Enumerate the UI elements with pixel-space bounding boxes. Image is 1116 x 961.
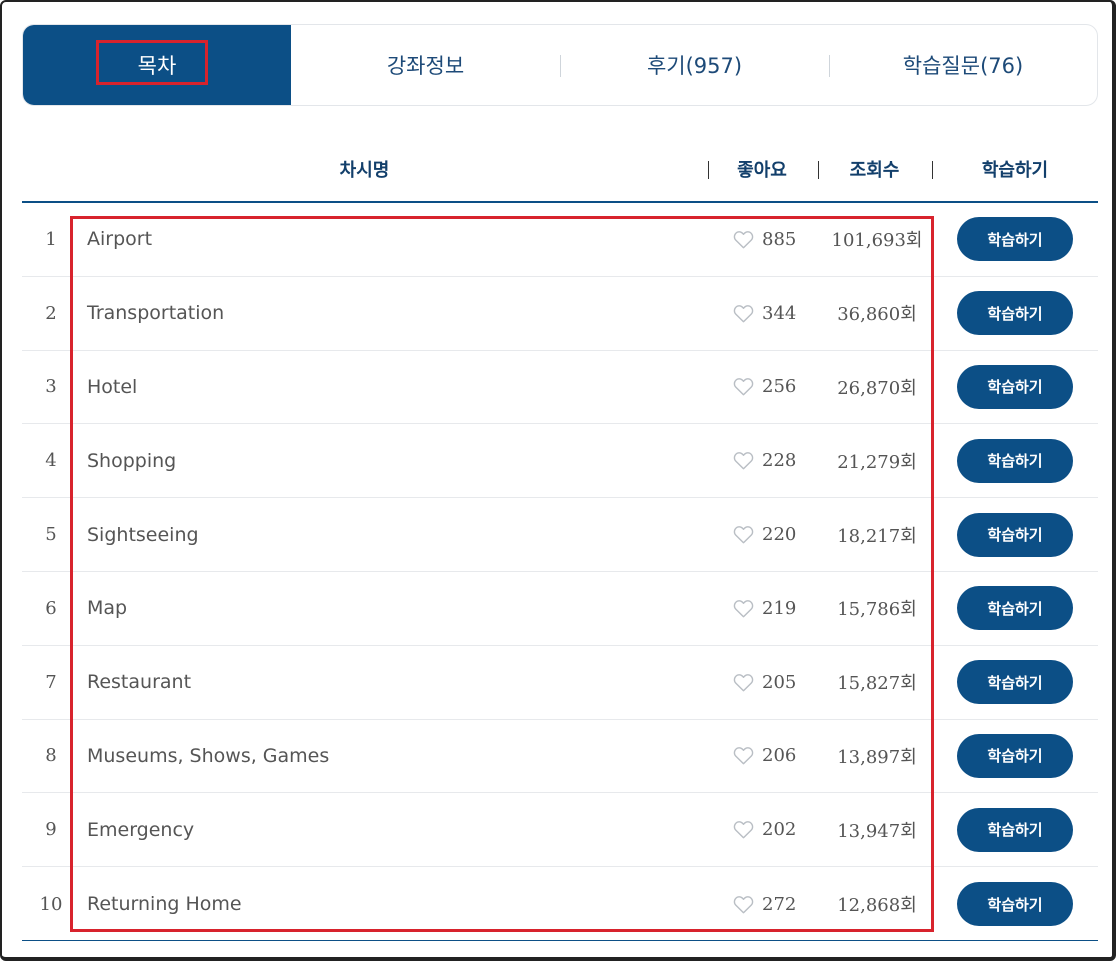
tab-reviews[interactable]: 후기(957): [560, 25, 829, 105]
learn-button-cell: 학습하기: [932, 572, 1098, 645]
learn-button[interactable]: 학습하기: [957, 660, 1073, 705]
header-likes: 좋아요: [737, 160, 787, 181]
tab-label: 후기(957): [646, 54, 743, 78]
tab-course-info[interactable]: 강좌정보: [291, 25, 560, 105]
learn-button[interactable]: 학습하기: [957, 512, 1073, 557]
highlight-box-tab: [96, 40, 208, 85]
tab-divider: [560, 55, 561, 77]
learn-button[interactable]: 학습하기: [957, 217, 1073, 262]
learn-button[interactable]: 학습하기: [957, 807, 1073, 852]
learn-button[interactable]: 학습하기: [957, 586, 1073, 631]
table-header: 차시명 좋아요 조회수 학습하기: [22, 137, 1098, 203]
highlight-box-lessons: [70, 216, 934, 932]
header-learn: 학습하기: [981, 160, 1049, 181]
learn-button[interactable]: 학습하기: [957, 438, 1073, 483]
learn-button-cell: 학습하기: [932, 646, 1098, 719]
learn-button-cell: 학습하기: [932, 277, 1098, 350]
learn-button-cell: 학습하기: [932, 867, 1098, 941]
header-lesson-name: 차시명: [339, 160, 390, 181]
learn-button-cell: 학습하기: [932, 203, 1098, 276]
learn-button-cell: 학습하기: [932, 351, 1098, 424]
tab-label: 강좌정보: [386, 54, 465, 78]
learn-button-cell: 학습하기: [932, 720, 1098, 793]
learn-button-cell: 학습하기: [932, 424, 1098, 497]
learn-button[interactable]: 학습하기: [957, 364, 1073, 409]
course-curriculum-panel: 목차 강좌정보 후기(957) 학습질문(76) 차시명 좋아요 조회수 학습하…: [0, 0, 1116, 961]
tab-learning-questions[interactable]: 학습질문(76): [829, 25, 1097, 105]
learn-button[interactable]: 학습하기: [957, 291, 1073, 336]
header-views: 조회수: [849, 160, 900, 181]
learn-button[interactable]: 학습하기: [957, 882, 1073, 927]
learn-button-cell: 학습하기: [932, 793, 1098, 866]
table-bottom-border: [22, 940, 1098, 941]
tab-divider: [829, 55, 830, 77]
tab-label: 학습질문(76): [902, 54, 1024, 78]
learn-button-cell: 학습하기: [932, 498, 1098, 571]
learn-button[interactable]: 학습하기: [957, 733, 1073, 778]
